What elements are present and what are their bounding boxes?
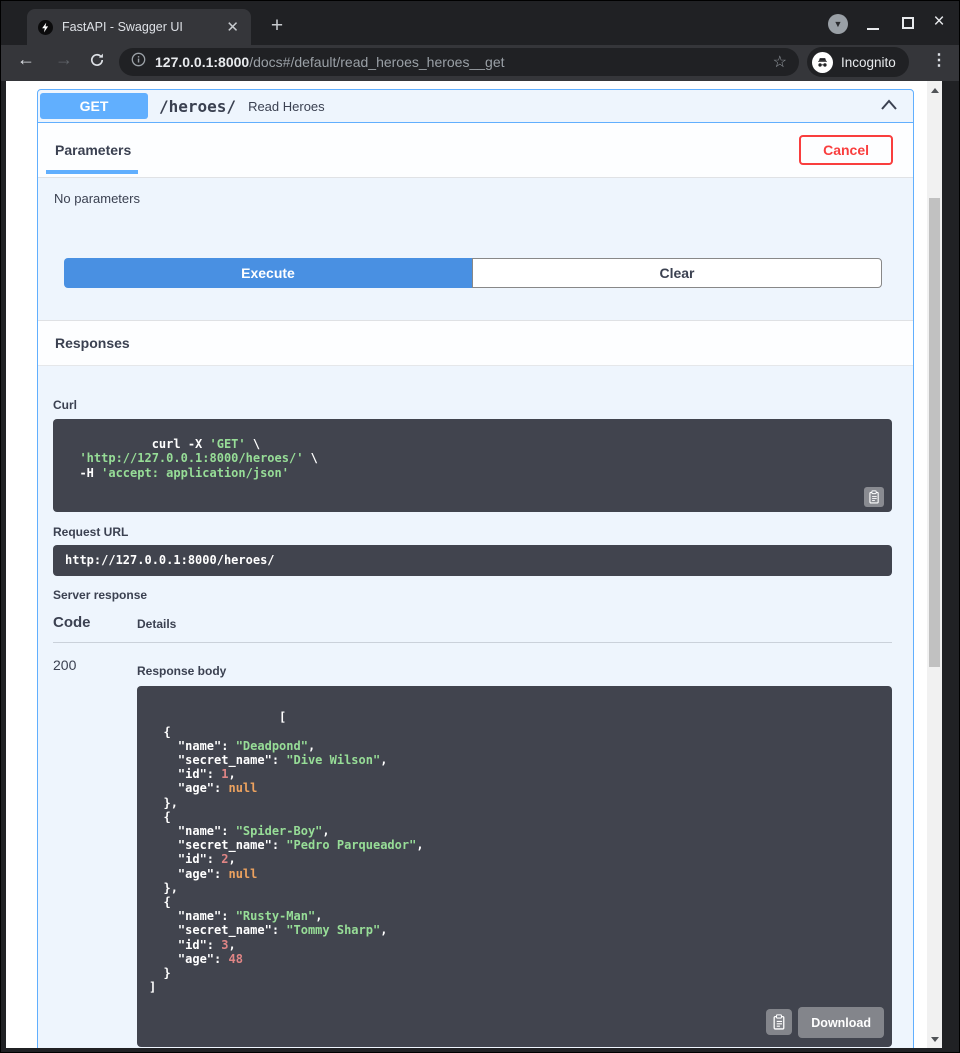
incognito-icon: [812, 52, 833, 73]
browser-menu-icon[interactable]: ⋮: [931, 50, 947, 70]
browser-window: FastAPI - Swagger UI ✕ + ▼ × ← → 127.0.0…: [0, 0, 960, 1053]
opblock-summary-header[interactable]: GET /heroes/ Read Heroes: [38, 90, 913, 123]
window-maximize-button[interactable]: [902, 17, 914, 29]
tab-title: FastAPI - Swagger UI: [62, 20, 224, 34]
parameters-body: No parameters Execute Clear: [38, 178, 913, 320]
responses-section-header: Responses: [38, 320, 913, 366]
download-button[interactable]: Download: [798, 1007, 884, 1038]
execute-row: Execute Clear: [64, 258, 882, 288]
fastapi-favicon-icon: [38, 20, 53, 35]
response-details: Response body [ { "name": "Deadpond", "s…: [137, 656, 892, 1048]
scrollbar-down-arrow[interactable]: [927, 1032, 942, 1046]
clear-button[interactable]: Clear: [472, 258, 882, 288]
responses-title: Responses: [55, 335, 130, 351]
scrollbar-thumb[interactable]: [929, 198, 940, 667]
server-response-table: Code Details 200 Response body [ { "name…: [53, 614, 892, 1048]
curl-code: curl -X 'GET' \ 'http://127.0.0.1:8000/h…: [65, 437, 318, 479]
url-path: /docs#/default/read_heroes_heroes__get: [249, 54, 504, 70]
request-url-label: Request URL: [53, 525, 892, 539]
swagger-content: GET /heroes/ Read Heroes Parameters Canc…: [6, 81, 927, 1048]
site-info-icon[interactable]: [131, 52, 146, 72]
forward-button[interactable]: →: [55, 50, 73, 68]
browser-tab[interactable]: FastAPI - Swagger UI ✕: [27, 9, 251, 45]
response-body-code: [ { "name": "Deadpond", "secret_name": "…: [149, 710, 424, 994]
endpoint-summary: Read Heroes: [248, 99, 879, 114]
curl-block: curl -X 'GET' \ 'http://127.0.0.1:8000/h…: [53, 419, 892, 512]
copy-curl-button[interactable]: [864, 487, 884, 507]
response-body-label: Response body: [137, 664, 892, 678]
opblock-get-heroes: GET /heroes/ Read Heroes Parameters Canc…: [37, 89, 914, 1048]
response-row-200: 200 Response body [ { "name": "Deadpond"…: [53, 643, 892, 1048]
request-url-value: http://127.0.0.1:8000/heroes/: [65, 553, 275, 567]
scrollbar-up-arrow[interactable]: [927, 83, 942, 97]
url-host: 127.0.0.1:8000: [155, 54, 249, 70]
response-table-header: Code Details: [53, 614, 892, 643]
reload-button[interactable]: [89, 52, 105, 71]
details-column-header: Details: [137, 614, 176, 631]
tab-strip: FastAPI - Swagger UI ✕ + ▼ ×: [1, 1, 959, 45]
http-method-badge: GET: [40, 93, 148, 119]
incognito-badge: Incognito: [807, 47, 909, 77]
curl-label: Curl: [53, 398, 892, 412]
collapse-chevron-icon[interactable]: [879, 95, 899, 118]
new-tab-button[interactable]: +: [265, 15, 289, 39]
back-button[interactable]: ←: [17, 50, 35, 68]
address-bar[interactable]: 127.0.0.1:8000/docs#/default/read_heroes…: [119, 48, 799, 76]
responses-body: Curl curl -X 'GET' \ 'http://127.0.0.1:8…: [38, 398, 913, 1048]
page-viewport: GET /heroes/ Read Heroes Parameters Canc…: [6, 81, 942, 1048]
response-body-block: [ { "name": "Deadpond", "secret_name": "…: [137, 686, 892, 1047]
server-response-label: Server response: [53, 588, 892, 602]
browser-status-icon[interactable]: ▼: [828, 14, 848, 34]
request-url-block: http://127.0.0.1:8000/heroes/: [53, 545, 892, 576]
copy-response-button[interactable]: [766, 1009, 792, 1035]
incognito-label: Incognito: [841, 55, 896, 70]
tab-parameters[interactable]: Parameters: [55, 142, 131, 158]
url-text: 127.0.0.1:8000/docs#/default/read_heroes…: [155, 54, 765, 70]
status-code: 200: [53, 656, 137, 1048]
bookmark-star-icon[interactable]: ☆: [773, 52, 787, 72]
active-tab-underline: [46, 170, 138, 174]
window-minimize-button[interactable]: [867, 28, 879, 30]
window-close-button[interactable]: ×: [929, 11, 949, 33]
code-column-header: Code: [53, 614, 137, 631]
tab-close-icon[interactable]: ✕: [224, 20, 241, 35]
no-parameters-text: No parameters: [38, 191, 913, 206]
endpoint-path: /heroes/: [159, 97, 236, 116]
execute-button[interactable]: Execute: [64, 258, 472, 288]
page-scrollbar[interactable]: [927, 81, 942, 1048]
cancel-button[interactable]: Cancel: [799, 135, 893, 165]
parameters-section-header: Parameters Cancel: [38, 123, 913, 178]
